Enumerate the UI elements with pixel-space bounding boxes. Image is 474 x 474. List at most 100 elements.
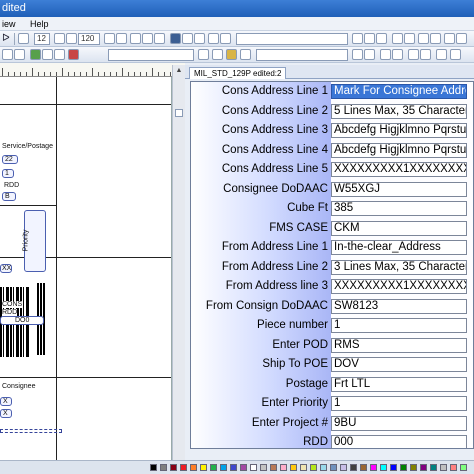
property-value-field[interactable]: 1 (331, 396, 467, 411)
field-do0[interactable]: DO0 (0, 316, 44, 325)
line-icon[interactable] (208, 33, 219, 44)
property-row[interactable]: Cons Address Line 4 Abcdefg Higjklmno Pqr… (191, 141, 473, 161)
color-swatch[interactable] (280, 464, 287, 471)
color-swatch[interactable] (330, 464, 337, 471)
property-row[interactable]: Enter Project #9BU (191, 414, 473, 434)
send-back-icon[interactable] (404, 33, 415, 44)
property-value-field[interactable]: Abcdefg Higjklmno Pqrstuv W (331, 142, 467, 158)
color-swatch[interactable] (220, 464, 227, 471)
size-icon[interactable] (444, 33, 455, 44)
box-icon[interactable] (220, 33, 231, 44)
field-22[interactable]: 22 (2, 155, 18, 164)
color-swatch[interactable] (390, 464, 397, 471)
color-swatch[interactable] (240, 464, 247, 471)
align-right-icon[interactable] (376, 33, 387, 44)
property-row[interactable]: From Address Line 23 Lines Max, 35 Chara… (191, 258, 473, 278)
color-swatch[interactable] (200, 464, 207, 471)
redo-icon[interactable] (364, 49, 375, 60)
copy-icon[interactable] (226, 49, 237, 60)
property-value-field[interactable]: Frt LTL (331, 376, 467, 392)
align-left-icon[interactable] (352, 33, 363, 44)
ok-icon[interactable] (30, 49, 41, 60)
property-value-field[interactable]: RMS (331, 337, 467, 353)
color-swatch[interactable] (160, 464, 167, 471)
field-b[interactable]: B (2, 192, 16, 201)
property-row[interactable]: Ship To POE DOV (191, 355, 473, 375)
color-swatch[interactable] (350, 464, 357, 471)
property-row[interactable]: From Address line 3XXXXXXXXX1XXXXXXXXX2X… (191, 277, 473, 297)
property-value-field[interactable]: 000 (331, 435, 467, 448)
canvas-scrollbar[interactable]: ▲ (172, 65, 185, 460)
property-row[interactable]: Cons Address Line 3 Abcdefg Higjklmno Pqr… (191, 121, 473, 141)
property-value-field[interactable]: DOV (331, 357, 467, 372)
list-icon[interactable] (66, 33, 77, 44)
property-value-field[interactable]: 385 (331, 201, 467, 216)
scroll-thumb[interactable] (175, 109, 183, 117)
field-xx[interactable]: XX (0, 264, 12, 273)
property-value-field[interactable]: 5 Lines Max, 35 Characters F (331, 103, 467, 119)
property-row[interactable]: Enter POD RMS (191, 336, 473, 356)
color-swatch[interactable] (430, 464, 437, 471)
property-value-field[interactable]: CKM (331, 220, 467, 236)
color-swatch[interactable] (380, 464, 387, 471)
field-1[interactable]: 1 (2, 169, 14, 178)
property-value-field[interactable]: 3 Lines Max, 35 Characters F (331, 259, 467, 275)
grid-icon[interactable] (154, 33, 165, 44)
rotate-icon[interactable] (456, 33, 467, 44)
print-icon[interactable] (380, 49, 391, 60)
field-x-2[interactable]: X (0, 409, 12, 418)
field-x-1[interactable]: X (0, 397, 12, 406)
property-row[interactable]: Consignee DoDAAC W55XGJ (191, 180, 473, 200)
barcode-icon[interactable] (182, 33, 193, 44)
align-icon[interactable] (54, 33, 65, 44)
color-swatch[interactable] (300, 464, 307, 471)
color-swatch[interactable] (210, 464, 217, 471)
property-value-field[interactable]: XXXXXXXXX1XXXXXXXXX2XXXX (331, 162, 467, 177)
color-swatch[interactable] (290, 464, 297, 471)
pointer-icon[interactable] (2, 49, 13, 60)
export-icon[interactable] (436, 49, 447, 60)
label-design-canvas[interactable]: Service/Postage 22 1 RDD B Priority XX C… (0, 77, 172, 460)
property-row[interactable]: Piece number 1 (191, 316, 473, 336)
color-swatch[interactable] (320, 464, 327, 471)
zoom-select[interactable]: 120 (78, 33, 100, 45)
bold-icon[interactable]: ᐅ (2, 32, 10, 45)
color-swatch[interactable] (180, 464, 187, 471)
property-row[interactable]: Cons Address Line 5XXXXXXXXX1XXXXXXXXX2X… (191, 160, 473, 180)
property-value-field[interactable]: 1 (331, 318, 467, 333)
property-row[interactable]: Cons Address Line 25 Lines Max, 35 Chara… (191, 102, 473, 122)
property-icon[interactable] (198, 49, 209, 60)
color-swatch[interactable] (440, 464, 447, 471)
menu-help[interactable]: Help (30, 17, 49, 31)
color-swatch[interactable] (270, 464, 277, 471)
color-swatch[interactable] (360, 464, 367, 471)
color-swatch[interactable] (410, 464, 417, 471)
image-icon[interactable] (54, 49, 65, 60)
run-icon[interactable] (170, 33, 181, 44)
property-value-field[interactable]: W55XGJ (331, 181, 467, 197)
property-row[interactable]: Postage Frt LTL (191, 375, 473, 395)
undo-icon[interactable] (352, 49, 363, 60)
dashed-field[interactable] (0, 429, 62, 433)
space-icon[interactable] (430, 33, 441, 44)
color-swatch[interactable] (340, 464, 347, 471)
property-row[interactable]: From Address Line 1 In-the-clear_Address (191, 238, 473, 258)
color-swatch[interactable] (420, 464, 427, 471)
menu-view[interactable]: iew (2, 17, 16, 31)
property-value-field[interactable]: In-the-clear_Address (331, 240, 467, 255)
color-swatch[interactable] (310, 464, 317, 471)
color-swatch[interactable] (370, 464, 377, 471)
text-tool-icon[interactable] (42, 49, 53, 60)
color-swatch[interactable] (150, 464, 157, 471)
property-row[interactable]: Cons Address Line 1 Mark For Consignee Ad… (191, 82, 473, 102)
color-swatch[interactable] (170, 464, 177, 471)
bring-front-icon[interactable] (392, 33, 403, 44)
zoom-out-icon[interactable] (116, 33, 127, 44)
color-swatch[interactable] (190, 464, 197, 471)
font-family-select[interactable] (108, 49, 194, 61)
cut-icon[interactable] (212, 49, 223, 60)
property-value-field[interactable]: SW8123 (331, 298, 467, 314)
text-icon[interactable] (194, 33, 205, 44)
color-swatch[interactable] (400, 464, 407, 471)
color-swatch[interactable] (450, 464, 457, 471)
